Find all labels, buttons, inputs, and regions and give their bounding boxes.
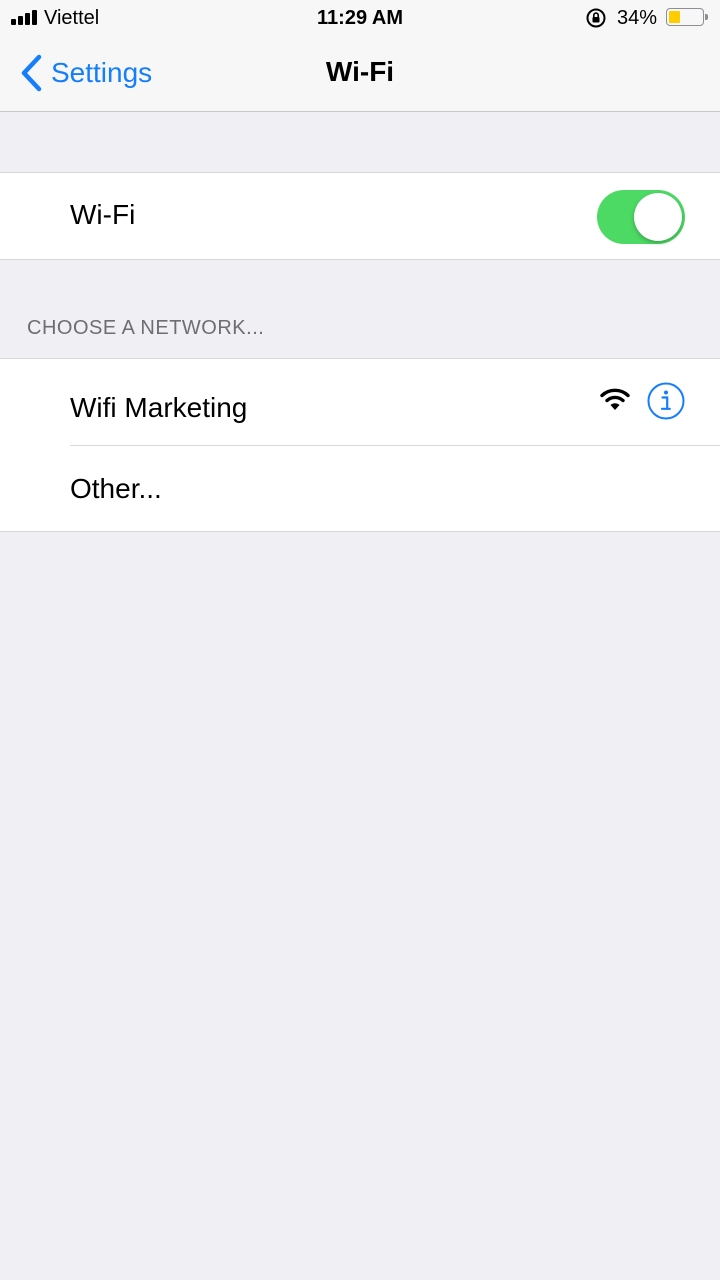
wifi-toggle-switch[interactable] — [597, 190, 685, 244]
wifi-toggle-label: Wi-Fi — [70, 199, 136, 230]
section-header-networks: CHOOSE A NETWORK... — [27, 317, 265, 339]
status-time: 11:29 AM — [317, 7, 403, 29]
status-bar: Viettel 11:29 AM 34% — [0, 0, 720, 36]
info-icon[interactable] — [647, 382, 685, 420]
battery-cap — [705, 14, 708, 20]
network-row-other[interactable]: Other... — [0, 445, 720, 531]
navigation-bar: Settings Wi-Fi — [0, 36, 720, 112]
network-name: Wifi Marketing — [70, 392, 248, 423]
battery-percent: 34% — [617, 7, 658, 29]
wifi-signal-icon — [600, 388, 630, 410]
wifi-toggle-group: Wi-Fi — [0, 172, 720, 260]
other-network-label: Other... — [70, 473, 162, 504]
wifi-toggle-row: Wi-Fi — [0, 173, 720, 259]
battery-icon — [666, 8, 708, 26]
network-list: Wifi Marketing Other... — [0, 358, 720, 532]
orientation-lock-icon — [586, 8, 606, 28]
toggle-knob — [634, 193, 682, 241]
battery-fill — [669, 11, 680, 23]
page-title: Wi-Fi — [325, 56, 395, 87]
